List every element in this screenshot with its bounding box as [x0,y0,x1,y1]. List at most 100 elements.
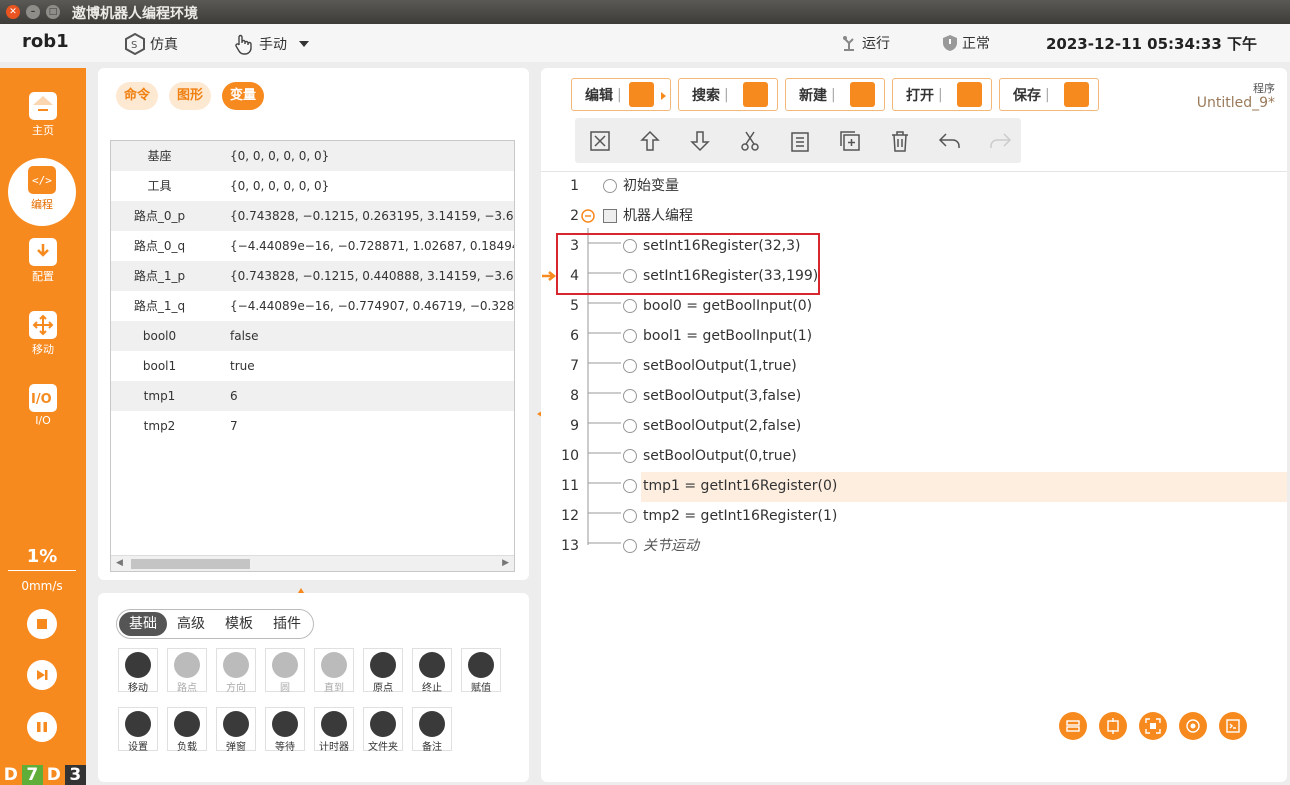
table-row[interactable]: 路点_0_q {−4.44089e−16, −0.728871, 1.02687,… [111,231,514,261]
cmd-waypoint-button[interactable]: 路点 [167,648,207,694]
config-icon [29,238,57,266]
undo-button[interactable] [938,129,962,153]
program-line[interactable]: 8 setBoolOutput(3,false) [541,381,1287,411]
table-row[interactable]: 基座 {0, 0, 0, 0, 0, 0} [111,141,514,171]
cmd-label: 负载 [177,742,197,753]
line-number: 7 [570,358,579,374]
cmd-terminate-button[interactable]: 终止 [412,648,452,694]
new-label: 新建 [799,87,827,104]
sidebar-item-config[interactable]: 配置 [0,238,86,302]
tab-plugin[interactable]: 插件 [263,612,311,636]
table-row[interactable]: bool1 true [111,351,514,381]
collapse-node-icon[interactable] [581,209,595,223]
program-line[interactable]: 9 setBoolOutput(2,false) [541,411,1287,441]
tab-template[interactable]: 模板 [215,612,263,636]
table-row[interactable]: 工具 {0, 0, 0, 0, 0, 0} [111,171,514,201]
target-button[interactable] [1179,712,1207,740]
cmd-timer-button[interactable]: 计时器 [314,707,354,753]
program-line[interactable]: 6 bool1 = getBoolInput(1) [541,321,1287,351]
table-row[interactable]: 路点_1_p {0.743828, −0.1215, 0.440888, 3.14… [111,261,514,291]
align-button[interactable] [1059,712,1087,740]
mode-dropdown[interactable]: 手动 [233,33,311,55]
search-button[interactable]: 搜索 | [678,78,778,111]
new-button[interactable]: 新建 | [785,78,885,111]
variable-value: {0, 0, 0, 0, 0, 0} [230,179,330,193]
stop-button[interactable] [27,609,57,639]
horizontal-scrollbar[interactable]: ◀ ▶ [111,555,514,571]
tab-basic[interactable]: 基础 [119,612,167,636]
cmd-label: 计时器 [319,742,349,753]
move-down-button[interactable] [688,129,712,153]
program-line[interactable]: 2 机器人编程 [541,201,1287,231]
cmd-wait-button[interactable]: 等待 [265,707,305,753]
table-row[interactable]: 路点_0_p {0.743828, −0.1215, 0.263195, 3.14… [111,201,514,231]
sidebar-item-label: I/O [35,414,51,427]
open-button[interactable]: 打开 | [892,78,992,111]
table-row[interactable]: tmp2 7 [111,411,514,441]
scroll-right-icon[interactable]: ▶ [502,558,509,568]
arrow-down-icon [690,131,710,152]
minimize-window-button[interactable]: – [26,5,40,19]
save-button[interactable]: 保存 | [999,78,1099,111]
until-icon [321,652,347,678]
duplicate-button[interactable] [838,129,862,153]
hourglass-icon [272,711,298,737]
center-view-icon [1107,718,1119,734]
program-line[interactable]: 5 bool0 = getBoolInput(0) [541,291,1287,321]
sidebar-item-home[interactable]: 主页 [0,92,86,156]
fit-view-icon [1145,718,1161,734]
sidebar-item-programming[interactable]: </> 编程 [8,158,76,226]
table-row[interactable]: 路点_1_q {−4.44089e−16, −0.774907, 0.46719,… [111,291,514,321]
line-code: setBoolOutput(3,false) [643,388,802,404]
delete-box-button[interactable] [588,129,612,153]
program-name: Untitled_9* [1196,95,1275,111]
center-view-button[interactable] [1099,712,1127,740]
cmd-popup-button[interactable]: 弹窗 [216,707,256,753]
simulation-toggle[interactable]: S 仿真 [124,33,178,55]
program-line[interactable]: 10 setBoolOutput(0,true) [541,441,1287,471]
tab-commands[interactable]: 命令 [116,82,159,110]
cmd-label: 设置 [128,742,148,753]
tab-graphics[interactable]: 图形 [169,82,212,110]
program-line[interactable]: 7 setBoolOutput(1,true) [541,351,1287,381]
paste-button[interactable] [788,129,812,153]
sidebar-item-move[interactable]: 移动 [0,311,86,375]
program-line[interactable]: 12 tmp2 = getInt16Register(1) [541,501,1287,531]
line-code: setBoolOutput(1,true) [643,358,797,374]
program-line[interactable]: 1 初始变量 [541,171,1287,201]
cmd-folder-button[interactable]: 文件夹 [363,707,403,753]
cmd-direction-button[interactable]: 方向 [216,648,256,694]
cmd-origin-button[interactable]: 原点 [363,648,403,694]
move-up-button[interactable] [638,129,662,153]
top-bar: rob1 S 仿真 手动 运行 正常 2023-12-11 05:34:33 下… [0,24,1290,62]
line-code: tmp1 = getInt16Register(0) [643,478,838,494]
fit-view-button[interactable] [1139,712,1167,740]
cut-button[interactable] [738,129,762,153]
table-row[interactable]: tmp1 6 [111,381,514,411]
cmd-circle-button[interactable]: 圆 [265,648,305,694]
cmd-assign-button[interactable]: 赋值 [461,648,501,694]
tab-advanced[interactable]: 高级 [167,612,215,636]
step-button[interactable] [27,660,57,690]
program-line[interactable]: 13 关节运动 [541,531,1287,561]
program-line[interactable]: 11 tmp1 = getInt16Register(0) [541,471,1287,501]
delete-button[interactable] [888,129,912,153]
variable-table[interactable]: 基座 {0, 0, 0, 0, 0, 0} 工具 {0, 0, 0, 0, 0, 0… [110,140,515,572]
cmd-move-button[interactable]: 移动 [118,648,158,694]
tab-variables[interactable]: 变量 [222,82,265,110]
scrollbar-thumb[interactable] [131,559,250,569]
redo-button[interactable] [988,129,1012,153]
pause-button[interactable] [27,712,57,742]
edit-button[interactable]: 编辑 | [571,78,671,111]
scroll-left-icon[interactable]: ◀ [116,558,123,568]
close-window-button[interactable]: ✕ [6,5,20,19]
maximize-window-button[interactable]: □ [46,5,60,19]
cmd-settings-button[interactable]: 设置 [118,707,158,753]
robot-arm-icon [843,36,854,51]
sidebar-item-io[interactable]: I/O I/O [0,384,86,448]
table-row[interactable]: bool0 false [111,321,514,351]
cmd-until-button[interactable]: 直到 [314,648,354,694]
script-button[interactable] [1219,712,1247,740]
cmd-payload-button[interactable]: 负载 [167,707,207,753]
cmd-note-button[interactable]: 备注 [412,707,452,753]
